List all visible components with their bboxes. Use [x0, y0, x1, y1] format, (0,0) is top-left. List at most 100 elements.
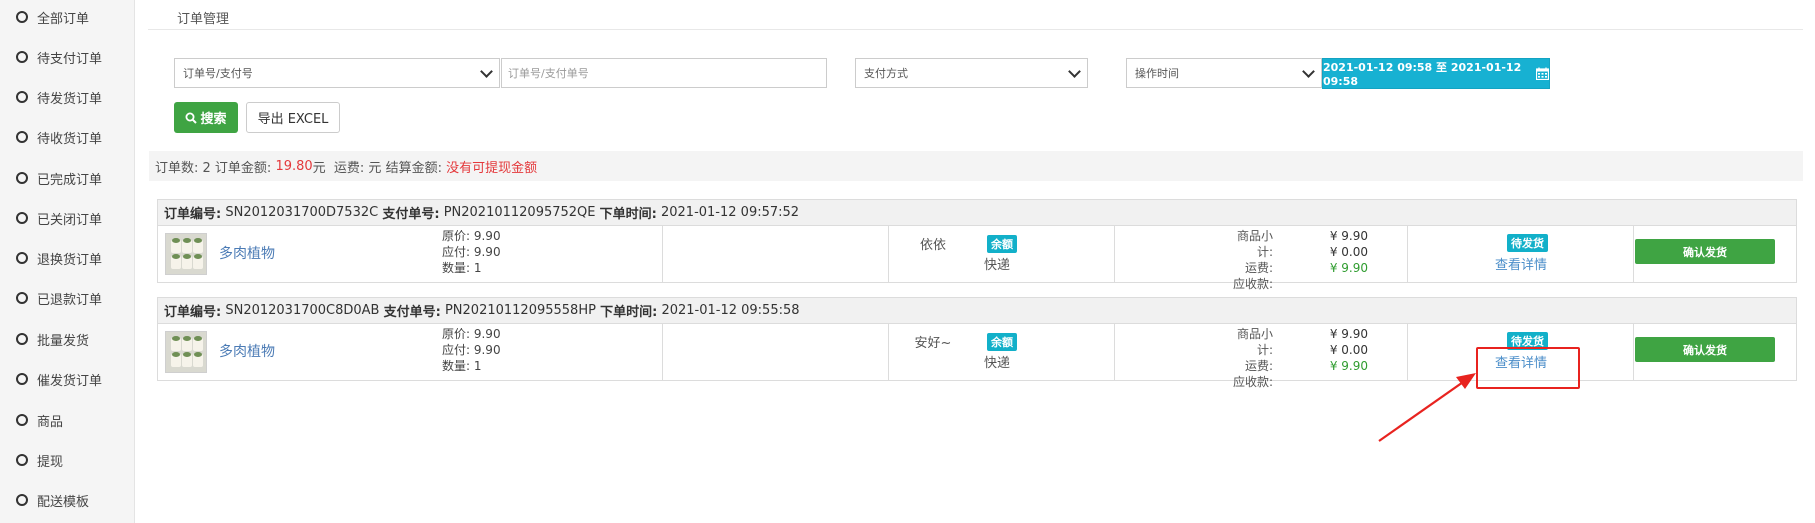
view-detail-link[interactable]: 查看详情 [1495, 254, 1547, 273]
shipping-fee-label: 运费: [1244, 261, 1273, 275]
search-button-label: 搜索 [200, 112, 227, 127]
amount-labels: 商品小计: 运费: 应收款: [1223, 228, 1273, 292]
order-number: SN2012031700D7532C [225, 205, 379, 220]
confirm-ship-button[interactable]: 确认发货 [1635, 337, 1775, 362]
time-type-select-value: 操作时间 [1135, 67, 1179, 80]
annotation-highlight-box [1476, 347, 1580, 389]
status-badge: 待发货 [1507, 234, 1548, 252]
circle-icon [16, 212, 28, 224]
divider [148, 29, 1803, 30]
product-thumbnail[interactable] [165, 233, 207, 275]
subtotal-label: 商品小计: [1236, 327, 1273, 357]
quantity: 数量: 1 [442, 261, 482, 275]
sidebar-item-products[interactable]: 商品 [0, 408, 134, 432]
amount-labels: 商品小计: 运费: 应收款: [1223, 326, 1273, 390]
payable-price: 应付: 9.90 [442, 343, 501, 357]
sidebar-item-label: 退换货订单 [37, 252, 103, 268]
payment-method-select[interactable]: 支付方式 [855, 58, 1088, 88]
amount-values: ¥ 9.90 ¥ 0.00 ¥ 9.90 [1288, 326, 1368, 374]
circle-icon [16, 414, 28, 426]
product-name-link[interactable]: 多肉植物 [219, 341, 275, 361]
subtotal-label: 商品小计: [1236, 229, 1273, 259]
circle-icon [16, 373, 28, 385]
receivable-label: 应收款: [1232, 277, 1273, 291]
circle-icon [16, 51, 28, 63]
order-time-label: 下单时间: [600, 305, 658, 320]
pay-number: PN20210112095752QE [443, 205, 596, 220]
sidebar-item-label: 待支付订单 [37, 51, 103, 67]
sidebar-item-label: 已退款订单 [37, 292, 103, 308]
page-title: 订单管理 [177, 12, 230, 27]
sidebar-item-label: 催发货订单 [37, 373, 103, 389]
sidebar-item-bulk-ship[interactable]: 批量发货 [0, 327, 134, 351]
sidebar-item-label: 商品 [37, 414, 64, 430]
shipping-fee-value: ¥ 0.00 [1329, 343, 1368, 357]
sidebar-item-all-orders[interactable]: 全部订单 [0, 5, 134, 29]
sidebar-item-pending-payment[interactable]: 待支付订单 [0, 45, 134, 69]
circle-icon [16, 333, 28, 345]
price-info: 原价: 9.90 应付: 9.90 数量: 1 [442, 326, 501, 374]
order-number: SN2012031700C8D0AB [225, 303, 380, 318]
sidebar-item-label: 配送模板 [37, 494, 90, 510]
summary-count: 订单数: 2 订单金额: [155, 160, 276, 176]
sidebar-item-label: 提现 [37, 454, 64, 470]
subtotal-value: ¥ 9.90 [1329, 229, 1368, 243]
order-header: 订单编号: SN2012031700D7532C 支付单号: PN2021011… [158, 200, 1796, 226]
receivable-label: 应收款: [1232, 375, 1273, 389]
pay-number: PN20210112095558HP [444, 303, 596, 318]
order-card: 订单编号: SN2012031700D7532C 支付单号: PN2021011… [157, 199, 1797, 291]
order-type-select-value: 订单号/支付号 [183, 67, 253, 80]
quantity: 数量: 1 [442, 359, 482, 373]
date-range-picker[interactable]: 2021-01-12 09:58 至 2021-01-12 09:58 [1322, 58, 1550, 89]
sidebar-item-returns[interactable]: 退换货订单 [0, 246, 134, 270]
summary-amount: 19.80 [275, 158, 313, 174]
payable-price: 应付: 9.90 [442, 245, 501, 259]
payment-badge: 余额 [987, 235, 1017, 253]
time-type-select[interactable]: 操作时间 [1126, 58, 1322, 88]
search-button[interactable]: 搜索 [174, 102, 238, 133]
shipping-fee-label: 运费: [1244, 359, 1273, 373]
sidebar-item-label: 已关闭订单 [37, 212, 103, 228]
sidebar-item-label: 待发货订单 [37, 91, 103, 107]
search-icon [185, 112, 198, 124]
payment-badge: 余额 [987, 333, 1017, 351]
sidebar-item-pending-shipment[interactable]: 待发货订单 [0, 85, 134, 109]
order-number-label: 订单编号: [164, 207, 222, 222]
product-thumbnail[interactable] [165, 331, 207, 373]
order-type-select[interactable]: 订单号/支付号 [174, 58, 500, 88]
sidebar-item-closed[interactable]: 已关闭订单 [0, 206, 134, 230]
shipping-method: 快递 [984, 258, 1011, 273]
circle-icon [16, 454, 28, 466]
sidebar-item-urge-ship[interactable]: 催发货订单 [0, 367, 134, 391]
sidebar-item-completed[interactable]: 已完成订单 [0, 166, 134, 190]
circle-icon [16, 292, 28, 304]
sidebar-item-label: 已完成订单 [37, 172, 103, 188]
export-excel-button[interactable]: 导出 EXCEL [246, 102, 340, 133]
circle-icon [16, 11, 28, 23]
order-number-input[interactable] [501, 58, 827, 88]
chevron-down-icon [1302, 65, 1315, 78]
summary-bar: 订单数: 2 订单金额: 19.80 元 运费: 元 结算金额: 没有可提现金额 [149, 151, 1803, 181]
sidebar-item-pending-receipt[interactable]: 待收货订单 [0, 125, 134, 149]
sidebar-item-refunded[interactable]: 已退款订单 [0, 286, 134, 310]
order-time: 2021-01-12 09:55:58 [661, 303, 800, 318]
sidebar: 全部订单 待支付订单 待发货订单 待收货订单 已完成订单 已关闭订单 退换货订单… [0, 0, 135, 523]
summary-shipping: 元 运费: 元 结算金额: [312, 160, 447, 176]
sidebar-item-label: 全部订单 [37, 11, 90, 27]
price-info: 原价: 9.90 应付: 9.90 数量: 1 [442, 228, 501, 276]
calendar-icon [1535, 67, 1550, 81]
product-name-link[interactable]: 多肉植物 [219, 243, 275, 263]
pay-number-label: 支付单号: [383, 305, 441, 320]
sidebar-item-label: 批量发货 [37, 333, 90, 349]
chevron-down-icon [1068, 65, 1081, 78]
withdraw-note: 没有可提现金额 [446, 160, 538, 176]
date-range-text: 2021-01-12 09:58 至 2021-01-12 09:58 [1323, 61, 1522, 88]
amount-values: ¥ 9.90 ¥ 0.00 ¥ 9.90 [1288, 228, 1368, 276]
original-price: 原价: 9.90 [442, 229, 501, 243]
chevron-down-icon [480, 65, 493, 78]
sidebar-item-withdraw[interactable]: 提现 [0, 448, 134, 472]
sidebar-item-shipping-template[interactable]: 配送模板 [0, 488, 134, 512]
subtotal-value: ¥ 9.90 [1329, 327, 1368, 341]
confirm-ship-button[interactable]: 确认发货 [1635, 239, 1775, 264]
payment-method-select-value: 支付方式 [864, 67, 908, 80]
